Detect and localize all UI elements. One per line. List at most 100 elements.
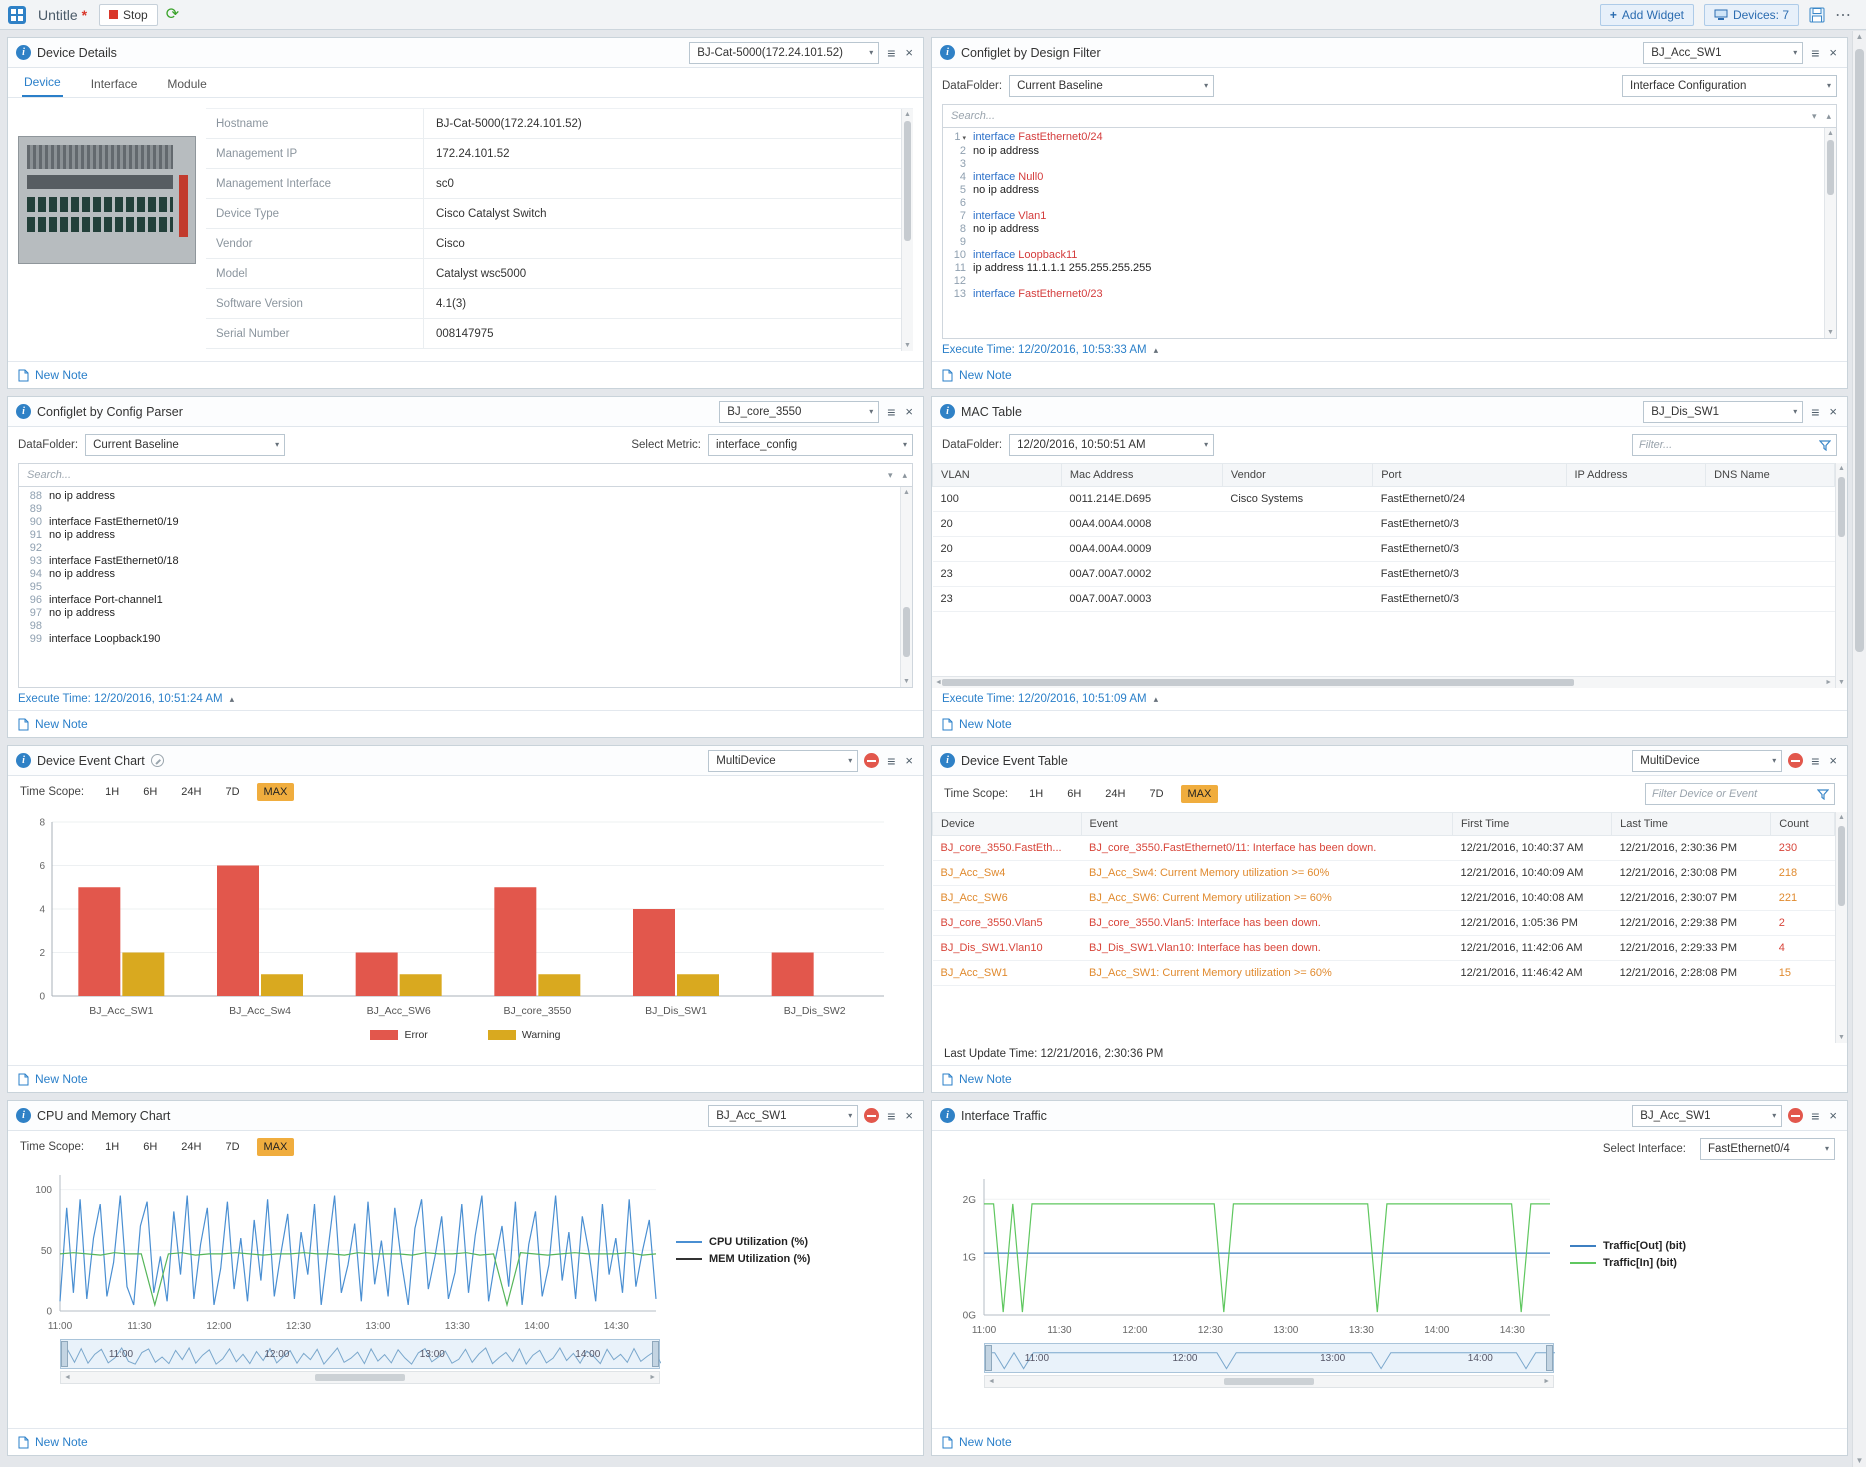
timescope-24h[interactable]: 24H [1098, 785, 1132, 803]
scroll-up-arrow[interactable]: ▲ [1827, 130, 1834, 137]
timescope-7d[interactable]: 7D [218, 1138, 246, 1156]
page-scrollbar[interactable]: ▲ ▼ [1852, 31, 1866, 1467]
scroll-right-arrow[interactable]: ► [649, 1374, 656, 1381]
metric-select[interactable]: interface_config▾ [708, 434, 913, 456]
search-next-icon[interactable]: ▾ [883, 470, 898, 481]
vertical-scrollbar[interactable]: ▲▼ [901, 109, 913, 351]
design-filter-select[interactable]: Interface Configuration▾ [1622, 75, 1837, 97]
column-header[interactable]: Last Time [1612, 813, 1771, 836]
scroll-down-arrow[interactable]: ▼ [1838, 1034, 1845, 1041]
scroll-right-arrow[interactable]: ► [1543, 1378, 1550, 1385]
event-row[interactable]: BJ_Dis_SW1.Vlan10BJ_Dis_SW1.Vlan10: Inte… [933, 936, 1835, 961]
close-icon[interactable]: × [1827, 405, 1839, 418]
refresh-icon[interactable]: ⟳ [166, 7, 179, 23]
timescope-1h[interactable]: 1H [1022, 785, 1050, 803]
vertical-scrollbar[interactable]: ▲▼ [1824, 128, 1836, 338]
devices-button[interactable]: Devices: 7 [1704, 4, 1799, 26]
vertical-scrollbar[interactable]: ▲▼ [1835, 812, 1847, 1043]
interface-select[interactable]: FastEthernet0/4▾ [1700, 1138, 1835, 1160]
scroll-thumb[interactable] [903, 607, 910, 657]
timescope-7d[interactable]: 7D [218, 783, 246, 801]
collapse-icon[interactable]: ▾ [962, 135, 966, 142]
new-note-button[interactable]: New Note [8, 1428, 923, 1455]
scroll-thumb[interactable] [315, 1374, 405, 1381]
event-row[interactable]: BJ_Acc_SW1BJ_Acc_SW1: Current Memory uti… [933, 961, 1835, 986]
close-icon[interactable]: × [1827, 1109, 1839, 1122]
close-icon[interactable]: × [903, 754, 915, 767]
info-icon[interactable]: i [16, 753, 31, 768]
close-icon[interactable]: × [903, 405, 915, 418]
scroll-down-arrow[interactable]: ▼ [1838, 679, 1845, 686]
menu-icon[interactable]: ≡ [885, 46, 897, 60]
timescope-6h[interactable]: 6H [136, 1138, 164, 1156]
menu-icon[interactable]: ≡ [1809, 754, 1821, 768]
timescope-max[interactable]: MAX [257, 783, 295, 801]
menu-icon[interactable]: ≡ [885, 1109, 897, 1123]
filter-funnel-icon[interactable] [1817, 789, 1829, 800]
search-input[interactable] [19, 469, 883, 481]
device-selector[interactable]: BJ_Dis_SW1▾ [1643, 401, 1803, 423]
menu-icon[interactable]: ≡ [1809, 405, 1821, 419]
datafolder-select[interactable]: Current Baseline▾ [85, 434, 285, 456]
add-widget-button[interactable]: +Add Widget [1600, 4, 1694, 26]
new-note-button[interactable]: New Note [8, 710, 923, 737]
scroll-up-arrow[interactable]: ▲ [904, 111, 911, 118]
column-header[interactable]: Count [1771, 813, 1835, 836]
timescope-max[interactable]: MAX [257, 1138, 295, 1156]
timescope-6h[interactable]: 6H [136, 783, 164, 801]
scroll-down-arrow[interactable]: ▼ [904, 342, 911, 349]
info-icon[interactable]: i [16, 404, 31, 419]
collapse-icon[interactable]: ▴ [1154, 345, 1159, 356]
mac-table-row[interactable]: 2300A7.00A7.0003FastEthernet0/3 [933, 587, 1835, 612]
timescope-6h[interactable]: 6H [1060, 785, 1088, 803]
device-selector[interactable]: BJ_Acc_SW1▾ [1632, 1105, 1782, 1127]
scroll-thumb[interactable] [1827, 140, 1834, 195]
timescope-1h[interactable]: 1H [98, 1138, 126, 1156]
scroll-up-arrow[interactable]: ▲ [1838, 465, 1845, 472]
scroll-thumb[interactable] [1838, 826, 1845, 906]
event-row[interactable]: BJ_core_3550.FastEth...BJ_core_3550.Fast… [933, 836, 1835, 861]
scroll-down-arrow[interactable]: ▼ [1856, 1457, 1864, 1465]
collapse-icon[interactable]: ▴ [230, 694, 235, 705]
brush-scrollbar[interactable]: ◄ ► [984, 1375, 1554, 1388]
scroll-thumb[interactable] [1838, 477, 1845, 537]
mac-table-row[interactable]: 1000011.214E.D695Cisco SystemsFastEthern… [933, 487, 1835, 512]
event-row[interactable]: BJ_Acc_SW6BJ_Acc_SW6: Current Memory uti… [933, 886, 1835, 911]
column-header[interactable]: Mac Address [1061, 464, 1222, 487]
datafolder-select[interactable]: 12/20/2016, 10:50:51 AM▾ [1009, 434, 1214, 456]
scroll-thumb[interactable] [1224, 1378, 1314, 1385]
new-note-button[interactable]: New Note [932, 1428, 1847, 1455]
time-brush[interactable]: 11:0012:0013:0014:00 [60, 1339, 660, 1369]
scroll-left-arrow[interactable]: ◄ [64, 1374, 71, 1381]
info-icon[interactable]: i [940, 753, 955, 768]
search-input[interactable] [943, 110, 1807, 122]
pause-icon[interactable] [1788, 753, 1803, 768]
menu-icon[interactable]: ≡ [1809, 46, 1821, 60]
menu-icon[interactable]: ≡ [885, 754, 897, 768]
device-selector[interactable]: BJ_Acc_SW1▾ [1643, 42, 1803, 64]
info-icon[interactable]: i [940, 1108, 955, 1123]
column-header[interactable]: VLAN [933, 464, 1062, 487]
close-icon[interactable]: × [1827, 46, 1839, 59]
timescope-1h[interactable]: 1H [98, 783, 126, 801]
time-brush[interactable]: 11:0012:0013:0014:00 [984, 1343, 1554, 1373]
device-selector[interactable]: BJ-Cat-5000(172.24.101.52)▾ [689, 42, 879, 64]
scroll-thumb[interactable] [904, 121, 911, 241]
timescope-7d[interactable]: 7D [1142, 785, 1170, 803]
collapse-icon[interactable]: ▴ [1154, 694, 1159, 705]
info-icon[interactable]: i [16, 45, 31, 60]
scroll-down-arrow[interactable]: ▼ [1827, 329, 1834, 336]
filter-input[interactable] [1633, 439, 1814, 451]
event-row[interactable]: BJ_Acc_Sw4BJ_Acc_Sw4: Current Memory uti… [933, 861, 1835, 886]
scroll-left-arrow[interactable]: ◄ [988, 1378, 995, 1385]
app-icon[interactable] [8, 6, 26, 24]
close-icon[interactable]: × [903, 46, 915, 59]
scroll-down-arrow[interactable]: ▼ [903, 678, 910, 685]
scroll-right-arrow[interactable]: ► [1825, 679, 1832, 686]
brush-scrollbar[interactable]: ◄ ► [60, 1371, 660, 1384]
edit-icon[interactable] [151, 754, 164, 767]
device-selector[interactable]: BJ_core_3550▾ [719, 401, 879, 423]
save-icon[interactable] [1809, 7, 1825, 23]
scroll-up-arrow[interactable]: ▲ [903, 489, 910, 496]
search-prev-icon[interactable]: ▴ [1821, 111, 1836, 122]
